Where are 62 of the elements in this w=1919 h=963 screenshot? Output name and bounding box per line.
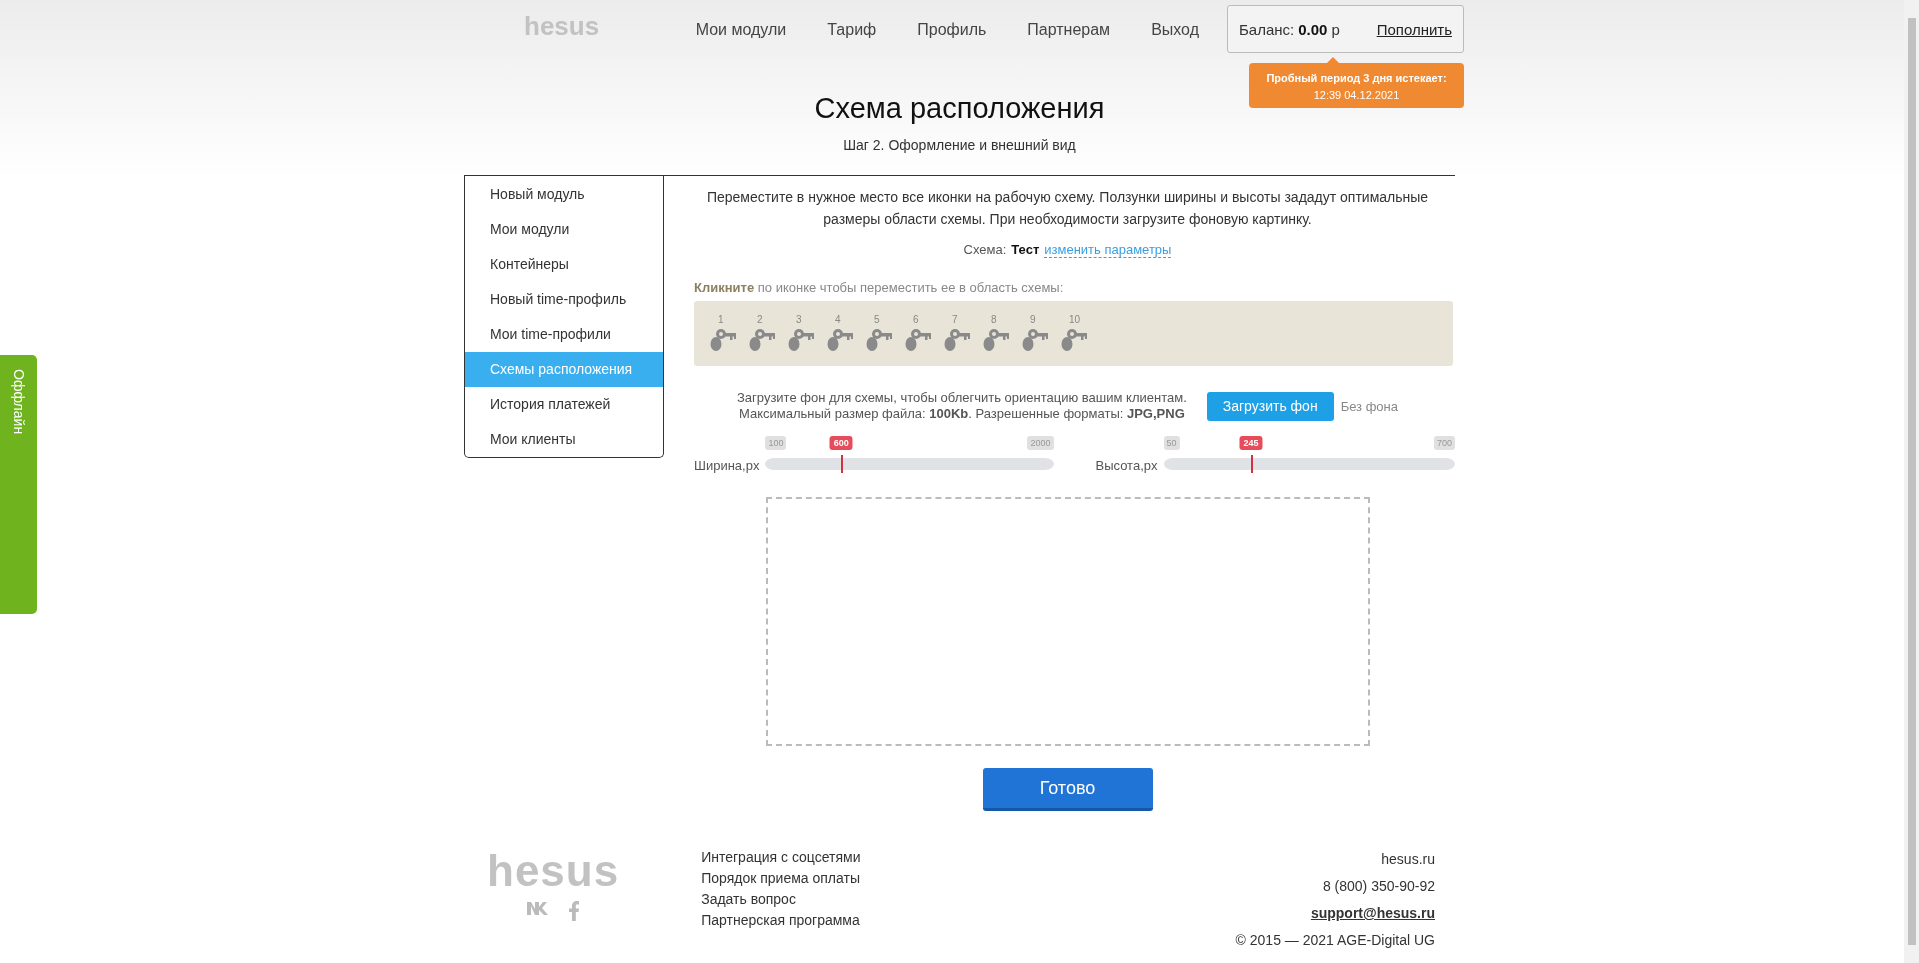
no-background-link[interactable]: Без фона bbox=[1340, 398, 1398, 414]
slider-handle[interactable] bbox=[1250, 455, 1253, 473]
sidebar-item[interactable]: История платежей bbox=[465, 387, 663, 422]
upload-limits: Максимальный размер файла: 100Kb. Разрешенные форматы: JPG,PNG bbox=[737, 406, 1186, 422]
icon-number: 1 bbox=[718, 313, 724, 325]
done-button[interactable]: Готово bbox=[982, 768, 1153, 811]
sidebar-item[interactable]: Новый time-профиль bbox=[465, 282, 663, 317]
nav-link[interactable]: Мои модули bbox=[695, 15, 787, 39]
nav-link[interactable]: Профиль bbox=[917, 15, 987, 39]
balance-currency: р bbox=[1331, 20, 1340, 38]
phone-number: 8 (800) 350-90-92 bbox=[1322, 878, 1435, 894]
min-value: 50 bbox=[1163, 436, 1180, 450]
sidebar-item[interactable]: Мои time-профили bbox=[465, 317, 663, 352]
sidebar-item[interactable]: Мои клиенты bbox=[465, 422, 663, 457]
site-address: hesus.ru bbox=[1381, 851, 1435, 867]
footer-link[interactable]: Партнерская программа bbox=[701, 912, 861, 928]
slider-label: Ширина,px bbox=[694, 458, 760, 473]
max-value: 2000 bbox=[1027, 436, 1054, 450]
icon-number: 7 bbox=[952, 313, 958, 325]
scheme-drop-area[interactable] bbox=[765, 497, 1370, 746]
upload-hint: Загрузите фон для схемы, чтобы облегчить ориентацию вашим клиентам. bbox=[736, 390, 1187, 406]
support-email-link[interactable]: support@hesus.ru bbox=[1310, 905, 1435, 921]
intro-text: Переместите в нужное место все иконки на рабочую схему. Ползунки ширины и высоты зададут оптимальные размеры области схемы. При необходимости загрузите фоновую картинку. bbox=[705, 188, 1430, 229]
footer-link[interactable]: Порядок приема оплаты bbox=[701, 870, 861, 886]
nav-link[interactable]: Выход bbox=[1151, 15, 1199, 39]
trial-date: 12:39 04.12.2021 bbox=[1312, 88, 1401, 103]
offline-label: Оффлайн bbox=[10, 369, 27, 435]
icon-number: 6 bbox=[913, 313, 919, 325]
facebook-icon[interactable] bbox=[569, 901, 580, 921]
top-up-link[interactable]: Пополнить bbox=[1376, 20, 1452, 38]
icon-number: 3 bbox=[796, 313, 802, 325]
slider-handle[interactable] bbox=[841, 455, 844, 473]
icon-number: 8 bbox=[991, 313, 997, 325]
icon-number: 4 bbox=[835, 313, 841, 325]
scheme-label: Схема: bbox=[963, 242, 1007, 258]
trial-title: Пробный период 3 дня истекает: bbox=[1265, 71, 1448, 86]
page-subtitle: Шаг 2. Оформление и внешний вид bbox=[842, 137, 1077, 153]
min-value: 100 bbox=[765, 436, 787, 450]
icon-number: 10 bbox=[1069, 313, 1081, 325]
sidebar-item[interactable]: Новый модуль bbox=[465, 177, 663, 212]
scheme-name: Тест bbox=[1011, 242, 1040, 258]
icon-number: 9 bbox=[1030, 313, 1036, 325]
scrollbar[interactable] bbox=[1904, 0, 1919, 963]
sidebar-item[interactable]: Контейнеры bbox=[465, 247, 663, 282]
balance-label: Баланс: bbox=[1239, 20, 1295, 38]
sidebar-item[interactable]: Мои модули bbox=[465, 212, 663, 247]
slider-track[interactable] bbox=[765, 455, 1054, 473]
icon-number: 5 bbox=[874, 313, 880, 325]
footer-link[interactable]: Интеграция с соцсетями bbox=[701, 849, 861, 865]
page-title: Схема расположения bbox=[814, 92, 1105, 125]
nav-link[interactable]: Партнерам bbox=[1027, 15, 1111, 39]
copyright: © 2015 — 2021 AGE-Digital UG bbox=[1235, 932, 1435, 948]
nav-link[interactable]: Тариф bbox=[827, 15, 877, 39]
slider-label: Высота,px bbox=[1095, 458, 1158, 473]
slider-track[interactable] bbox=[1163, 455, 1455, 473]
current-value: 600 bbox=[829, 436, 853, 450]
max-value: 700 bbox=[1433, 436, 1455, 450]
balance-amount: 0.00 bbox=[1298, 20, 1328, 38]
icon-number: 2 bbox=[757, 313, 763, 325]
current-value: 245 bbox=[1239, 436, 1263, 450]
icons-hint: Кликните по иконке чтобы переместить ее в область схемы: bbox=[694, 280, 1064, 295]
footer-link[interactable]: Задать вопрос bbox=[701, 891, 861, 907]
